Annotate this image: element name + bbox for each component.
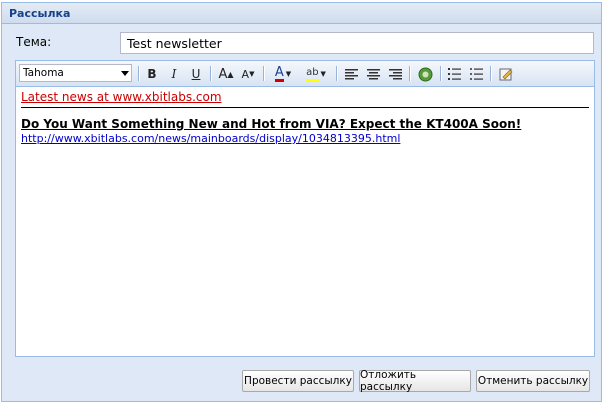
subject-input[interactable]	[120, 32, 594, 54]
increase-font-icon: A	[218, 66, 228, 82]
bold-button[interactable]: B	[144, 65, 160, 83]
font-color-button[interactable]: A ▼	[269, 65, 297, 83]
bold-icon: B	[147, 67, 157, 81]
toolbar-separator	[210, 66, 212, 81]
insert-link-button[interactable]	[416, 65, 434, 83]
editor-toolbar: Tahoma B I U A ▲ A ▼ A ▼ ab ▼	[16, 61, 594, 87]
highlight-icon: ab	[306, 67, 319, 82]
font-color-icon: A	[274, 65, 284, 82]
underline-button[interactable]: U	[188, 65, 204, 83]
toolbar-separator	[138, 66, 140, 81]
italic-button[interactable]: I	[166, 65, 182, 83]
news-link[interactable]: http://www.xbitlabs.com/news/mainboards/…	[21, 132, 400, 145]
html-editor[interactable]: Tahoma B I U A ▲ A ▼ A ▼ ab ▼ Latest new…	[15, 60, 595, 357]
editor-content[interactable]: Latest news at www.xbitlabs.com Do You W…	[16, 87, 594, 356]
insert-link-icon	[418, 67, 432, 81]
cancel-newsletter-button[interactable]: Отменить рассылку	[476, 370, 590, 392]
underline-icon: U	[191, 67, 201, 81]
font-family-value: Tahoma	[23, 67, 64, 79]
align-left-button[interactable]	[343, 65, 359, 83]
panel-body: Тема: Tahoma B I U A	[2, 24, 601, 401]
intro-line: Latest news at www.xbitlabs.com	[21, 90, 222, 104]
highlight-button[interactable]: ab ▼	[302, 65, 330, 83]
align-right-button[interactable]	[387, 65, 403, 83]
font-family-select[interactable]: Tahoma	[19, 64, 132, 82]
dropdown-arrow-icon: ▼	[285, 70, 292, 78]
decrease-font-button[interactable]: A ▼	[239, 65, 257, 83]
subject-label: Тема:	[16, 35, 52, 49]
increase-font-button[interactable]: A ▲	[217, 65, 235, 83]
toolbar-separator	[409, 66, 411, 81]
news-headline: Do You Want Something New and Hot from V…	[21, 117, 522, 131]
align-center-button[interactable]	[365, 65, 381, 83]
decrease-font-icon: A	[241, 67, 250, 81]
toolbar-separator	[263, 66, 265, 81]
ordered-list-button[interactable]	[446, 65, 462, 83]
toolbar-separator	[440, 66, 442, 81]
source-edit-button[interactable]	[497, 65, 515, 83]
source-edit-icon	[499, 68, 513, 81]
align-left-icon	[344, 68, 358, 79]
ordered-list-icon	[447, 68, 461, 80]
chevron-down-icon	[121, 71, 129, 76]
toolbar-separator	[336, 66, 338, 81]
horizontal-rule	[21, 107, 589, 108]
italic-icon: I	[171, 67, 177, 81]
toolbar-separator	[490, 66, 492, 81]
unordered-list-button[interactable]	[468, 65, 484, 83]
align-right-icon	[388, 68, 402, 79]
send-newsletter-button[interactable]: Провести рассылку	[242, 370, 354, 392]
newsletter-panel: Рассылка Тема: Tahoma B I U	[1, 2, 602, 402]
unordered-list-icon	[469, 68, 483, 80]
panel-title: Рассылка	[2, 3, 601, 24]
postpone-newsletter-button[interactable]: Отложить рассылку	[359, 369, 471, 393]
align-center-icon	[366, 68, 380, 79]
dropdown-arrow-icon: ▼	[320, 70, 326, 78]
